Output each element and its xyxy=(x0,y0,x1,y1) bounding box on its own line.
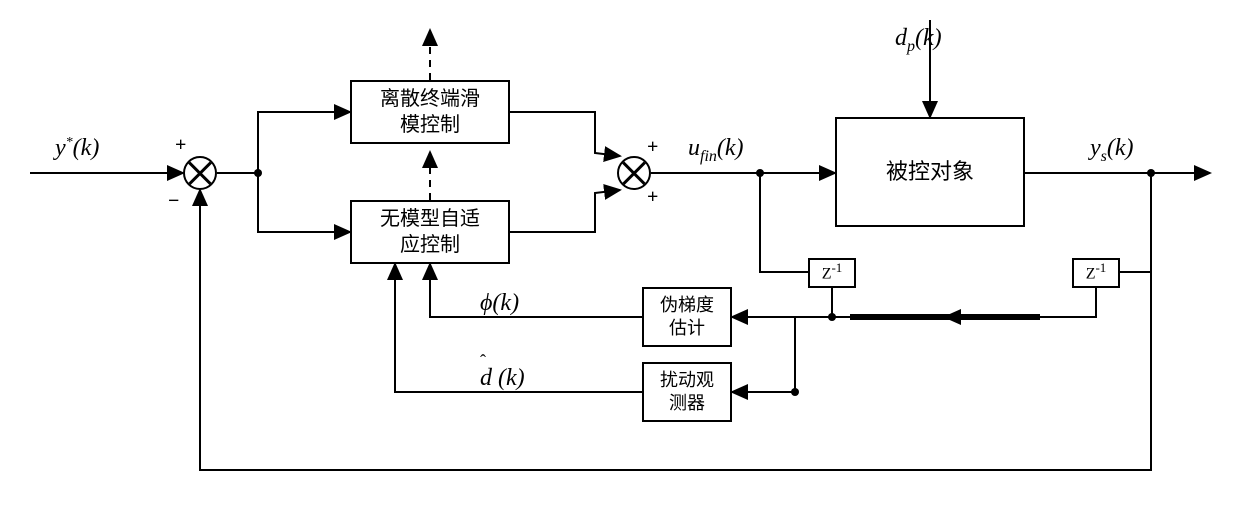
block-label: Z-1 xyxy=(1086,260,1107,285)
sum-control-icon xyxy=(617,156,651,190)
block-label: 离散终端滑 模控制 xyxy=(380,86,480,138)
block-delay-u: Z-1 xyxy=(808,258,856,288)
junction-dot-icon xyxy=(254,169,262,177)
sign-minus: − xyxy=(168,190,179,213)
junction-dot-icon xyxy=(1147,169,1155,177)
block-label: 无模型自适 应控制 xyxy=(380,206,480,258)
output-label: ys(k) xyxy=(1090,135,1134,166)
block-dist-observer: 扰动观 测器 xyxy=(642,362,732,422)
reference-label: y*(k) xyxy=(55,135,99,162)
block-pseudograd-est: 伪梯度 估计 xyxy=(642,287,732,347)
sign-plus: + xyxy=(175,134,186,157)
disturbance-est-label: dˆ (k) xyxy=(480,365,525,392)
block-label: 被控对象 xyxy=(886,158,974,187)
junction-dot-icon xyxy=(828,313,836,321)
disturbance-label: dp(k) xyxy=(895,25,942,56)
wires xyxy=(0,0,1239,516)
block-label: Z-1 xyxy=(822,260,843,285)
junction-bar-icon xyxy=(850,314,1040,320)
block-plant: 被控对象 xyxy=(835,117,1025,227)
block-delay-y: Z-1 xyxy=(1072,258,1120,288)
control-signal-label: ufin(k) xyxy=(688,135,744,166)
pseudograd-signal-label: ϕ(k) xyxy=(480,290,519,317)
sign-plus: + xyxy=(647,136,658,159)
block-mfac: 无模型自适 应控制 xyxy=(350,200,510,264)
junction-dot-icon xyxy=(791,388,799,396)
block-label: 扰动观 测器 xyxy=(660,369,714,416)
junction-dot-icon xyxy=(756,169,764,177)
block-terminal-sliding: 离散终端滑 模控制 xyxy=(350,80,510,144)
block-label: 伪梯度 估计 xyxy=(660,294,714,341)
sum-error-icon xyxy=(183,156,217,190)
sign-plus: + xyxy=(647,186,658,209)
block-diagram: y*(k) dp(k) ufin(k) ys(k) ϕ(k) dˆ (k) + … xyxy=(0,0,1239,516)
